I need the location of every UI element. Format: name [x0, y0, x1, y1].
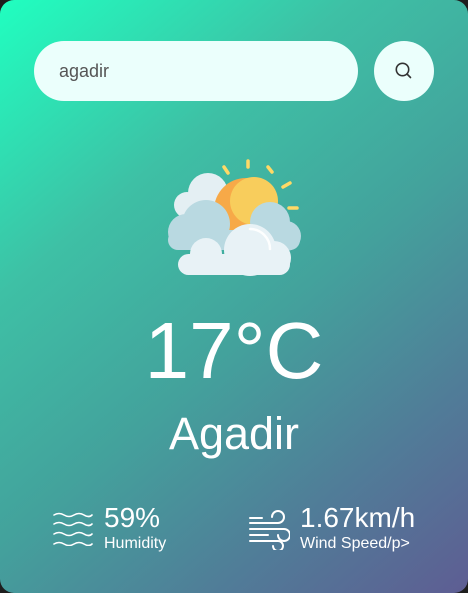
temperature: 17°C	[144, 306, 324, 395]
partly-cloudy-icon	[168, 159, 301, 276]
humidity-detail: 59% Humidity	[52, 500, 166, 552]
humidity-waves-icon	[53, 512, 93, 546]
search-bar[interactable]	[34, 41, 358, 101]
wind-icon	[249, 510, 290, 550]
wind-speed-label: Wind Speed/p>	[300, 535, 410, 552]
humidity-value: 59%	[104, 502, 161, 533]
wind-detail: 1.67km/h Wind Speed/p>	[248, 500, 415, 552]
search-icon	[395, 62, 412, 79]
humidity-label: Humidity	[104, 535, 167, 552]
search-button[interactable]	[374, 41, 434, 101]
city-name: Agadir	[168, 408, 300, 459]
search-input[interactable]	[59, 60, 339, 82]
wind-speed-value: 1.67km/h	[300, 502, 416, 533]
weather-card: 17°C Agadir 59% Humidity	[0, 0, 468, 593]
